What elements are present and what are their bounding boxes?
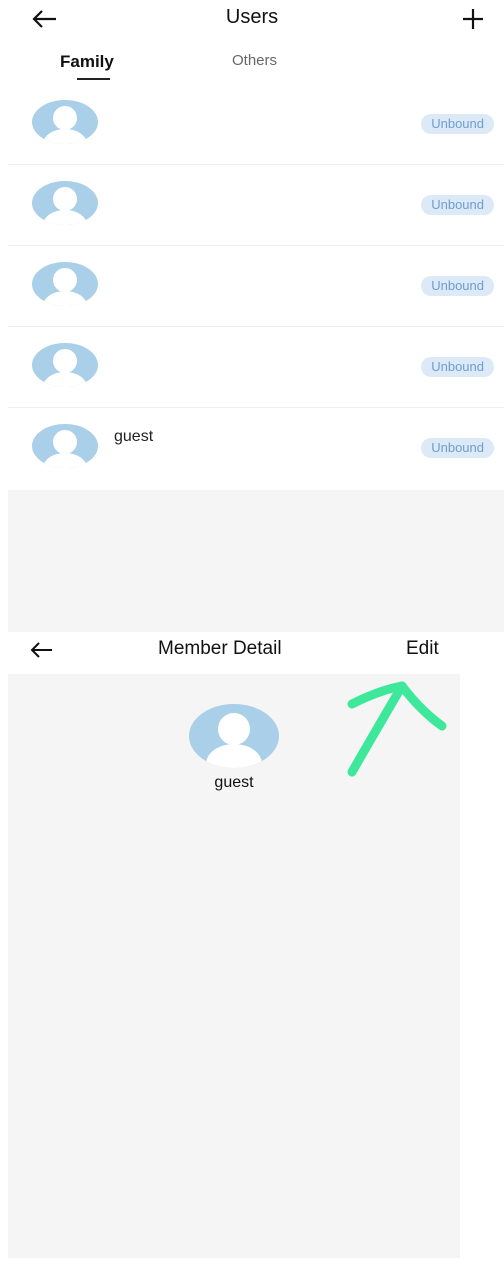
member-tabs: Family Others bbox=[0, 48, 504, 88]
users-header: Users bbox=[0, 0, 504, 40]
user-avatar-icon bbox=[189, 704, 279, 768]
detail-body: guest bbox=[8, 674, 460, 1258]
page-title: Users bbox=[225, 6, 279, 28]
users-screen: Users Family Others Unbound Unbound Unbo… bbox=[0, 0, 504, 632]
member-name: guest bbox=[114, 428, 154, 445]
member-row[interactable]: Unbound bbox=[8, 84, 504, 165]
user-avatar-icon bbox=[32, 181, 98, 225]
tab-others[interactable]: Others bbox=[232, 52, 277, 69]
list-empty-area bbox=[8, 490, 504, 632]
member-name: guest bbox=[214, 774, 254, 791]
plus-icon[interactable] bbox=[458, 4, 488, 34]
user-avatar-icon bbox=[32, 262, 98, 306]
page-title: Member Detail bbox=[158, 638, 282, 659]
status-badge: Unbound bbox=[421, 276, 494, 296]
member-detail-screen: Member Detail Edit guest bbox=[0, 632, 504, 1267]
status-badge: Unbound bbox=[421, 357, 494, 377]
user-avatar-icon bbox=[32, 343, 98, 387]
status-badge: Unbound bbox=[421, 195, 494, 215]
member-row[interactable]: guest Unbound bbox=[8, 408, 504, 488]
user-avatar-icon bbox=[32, 100, 98, 144]
tab-family[interactable]: Family bbox=[60, 52, 114, 72]
edit-button[interactable]: Edit bbox=[406, 638, 439, 660]
member-row[interactable]: Unbound bbox=[8, 246, 504, 327]
back-arrow-icon[interactable] bbox=[28, 636, 56, 664]
member-list: Unbound Unbound Unbound Unbound guest Un… bbox=[8, 84, 504, 488]
status-badge: Unbound bbox=[421, 114, 494, 134]
detail-header: Member Detail Edit bbox=[0, 632, 504, 674]
status-badge: Unbound bbox=[421, 438, 494, 458]
user-avatar-icon bbox=[32, 424, 98, 468]
active-tab-indicator bbox=[77, 78, 110, 80]
member-row[interactable]: Unbound bbox=[8, 327, 504, 408]
member-row[interactable]: Unbound bbox=[8, 165, 504, 246]
